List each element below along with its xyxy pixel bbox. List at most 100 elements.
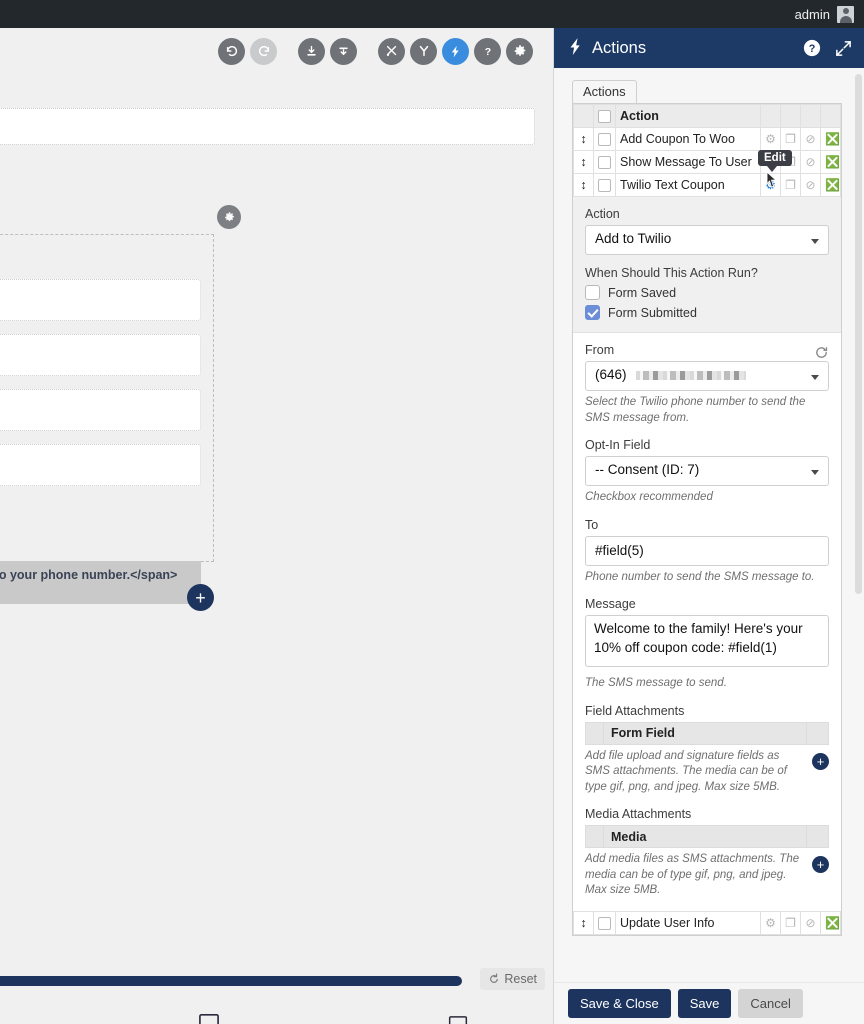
col-action: Action bbox=[615, 104, 761, 128]
form-canvas: ode to your phone number.</span> + bbox=[0, 188, 254, 611]
drag-handle-icon[interactable]: ↕ bbox=[573, 150, 594, 174]
select-all-checkbox[interactable] bbox=[598, 110, 611, 124]
form-submitted-checkbox[interactable] bbox=[585, 305, 600, 320]
ma-col-spacer bbox=[585, 825, 604, 849]
undo-icon[interactable] bbox=[218, 37, 245, 65]
delete-icon[interactable]: ❎ bbox=[820, 910, 841, 935]
duplicate-icon[interactable]: ❐ bbox=[780, 910, 801, 935]
action-select[interactable]: Add to Twilio bbox=[585, 225, 829, 255]
export-icon[interactable] bbox=[330, 37, 357, 65]
table-row[interactable]: ↕ Show Message To User ⚙ ❐ ⊘ ❎ bbox=[573, 150, 841, 174]
from-hint: Select the Twilio phone number to send t… bbox=[585, 396, 806, 424]
row-settings-gear-icon[interactable] bbox=[217, 205, 241, 229]
ma-col-media: Media bbox=[603, 825, 807, 849]
disable-icon[interactable]: ⊘ bbox=[800, 150, 821, 174]
reset-label: Reset bbox=[504, 972, 537, 986]
actions-card: Action ↕ Add Coupon To Woo ⚙ ❐ ⊘ ❎ ↕ Sho… bbox=[572, 103, 842, 936]
edit-gear-icon[interactable]: ⚙ bbox=[760, 910, 781, 935]
add-media-attachment-button[interactable]: + bbox=[812, 856, 829, 874]
tools-icon[interactable] bbox=[378, 37, 405, 65]
duplicate-icon[interactable]: ❐ bbox=[780, 173, 801, 197]
action-name: Twilio Text Coupon bbox=[615, 173, 761, 197]
row-checkbox[interactable] bbox=[598, 133, 611, 147]
edit-gear-icon[interactable]: ⚙ bbox=[760, 127, 781, 151]
drag-handle-icon[interactable]: ↕ bbox=[573, 910, 594, 935]
add-field-attachment-button[interactable]: + bbox=[812, 752, 829, 770]
drag-handle-icon[interactable]: ↕ bbox=[573, 173, 594, 197]
form-row-dropzone[interactable]: ode to your phone number.</span> bbox=[0, 234, 214, 604]
reset-circular-arrow-icon bbox=[490, 973, 499, 983]
to-label: To bbox=[585, 517, 599, 532]
table-row[interactable]: ↕ Twilio Text Coupon ⚙ ❐ ⊘ ❎ bbox=[573, 173, 841, 197]
actions-panel-header: Actions ? bbox=[554, 28, 864, 68]
form-title-input[interactable] bbox=[0, 108, 535, 145]
row-checkbox[interactable] bbox=[598, 179, 611, 193]
admin-username[interactable]: admin bbox=[795, 7, 830, 22]
form-saved-row[interactable]: Form Saved bbox=[585, 285, 829, 300]
import-icon[interactable] bbox=[298, 37, 325, 65]
action-config-section: Action Add to Twilio When Should This Ac… bbox=[573, 197, 841, 333]
to-hint: Phone number to send the SMS message to. bbox=[585, 570, 815, 583]
form-submitted-row[interactable]: Form Submitted bbox=[585, 305, 829, 320]
duplicate-icon[interactable]: ❐ bbox=[780, 127, 801, 151]
form-field-1[interactable] bbox=[0, 279, 201, 321]
settings-gear-icon[interactable] bbox=[506, 37, 533, 65]
wp-admin-bar: admin bbox=[0, 0, 864, 28]
message-label: Message bbox=[585, 597, 636, 612]
panel-footer: Save & Close Save Cancel bbox=[554, 982, 864, 1024]
help-icon[interactable]: ? bbox=[474, 37, 501, 65]
optin-hint: Checkbox recommended bbox=[585, 491, 713, 504]
twilio-settings-section: From (646) Select the Twilio phone numbe… bbox=[573, 333, 841, 911]
drag-handle-icon[interactable]: ↕ bbox=[573, 127, 594, 151]
to-input[interactable] bbox=[585, 535, 829, 566]
user-avatar-icon[interactable] bbox=[837, 5, 854, 23]
media-attachments-label: Media Attachments bbox=[585, 807, 692, 822]
tab-actions[interactable]: Actions bbox=[572, 80, 637, 103]
delete-icon[interactable]: ❎ bbox=[820, 150, 841, 174]
merge-tags-icon[interactable] bbox=[410, 37, 437, 65]
save-button[interactable]: Save bbox=[677, 989, 732, 1018]
fa-col-form-field: Form Field bbox=[603, 721, 807, 745]
action-label: Action bbox=[585, 207, 620, 221]
form-progress-bar bbox=[0, 976, 462, 986]
monitor-icon[interactable] bbox=[448, 1015, 470, 1024]
form-field-2[interactable] bbox=[0, 334, 201, 376]
delete-icon[interactable]: ❎ bbox=[820, 173, 841, 197]
reset-button[interactable]: Reset bbox=[480, 968, 545, 990]
action-name: Add Coupon To Woo bbox=[615, 127, 761, 151]
panel-scrollbar-thumb[interactable] bbox=[855, 74, 862, 594]
col-drag bbox=[573, 104, 594, 128]
desktop-monitor-icon[interactable] bbox=[198, 1013, 220, 1024]
help-circle-icon[interactable]: ? bbox=[803, 39, 821, 57]
toolbar-group-tools: ? bbox=[373, 37, 533, 65]
action-name: Show Message To User bbox=[615, 150, 761, 174]
ma-col-spacer2 bbox=[806, 825, 829, 849]
delete-icon[interactable]: ❎ bbox=[820, 127, 841, 151]
trailing-actions-table: ↕ Update User Info ⚙ ❐ ⊘ ❎ bbox=[573, 910, 841, 935]
table-row[interactable]: ↕ Update User Info ⚙ ❐ ⊘ ❎ bbox=[573, 910, 841, 935]
message-textarea[interactable] bbox=[585, 615, 829, 668]
actions-bolt-icon[interactable] bbox=[442, 37, 469, 65]
row-checkbox[interactable] bbox=[598, 916, 611, 930]
optin-field-select[interactable]: -- Consent (ID: 7) bbox=[585, 456, 829, 487]
form-field-4[interactable] bbox=[0, 444, 201, 486]
form-saved-checkbox[interactable] bbox=[585, 285, 600, 300]
disable-icon[interactable]: ⊘ bbox=[800, 910, 821, 935]
form-field-3[interactable] bbox=[0, 389, 201, 431]
from-phone-select[interactable]: (646) bbox=[585, 361, 829, 391]
refresh-icon[interactable] bbox=[814, 345, 829, 360]
row-checkbox[interactable] bbox=[598, 156, 611, 170]
field-attachments-table: Form Field bbox=[585, 721, 829, 745]
panel-scrollbar[interactable] bbox=[855, 74, 862, 1018]
disable-icon[interactable]: ⊘ bbox=[800, 127, 821, 151]
disable-icon[interactable]: ⊘ bbox=[800, 173, 821, 197]
add-field-button[interactable]: + bbox=[187, 584, 214, 611]
save-and-close-button[interactable]: Save & Close bbox=[568, 989, 671, 1018]
cancel-button[interactable]: Cancel bbox=[738, 989, 803, 1018]
builder-toolbar: ? bbox=[0, 28, 553, 74]
expand-arrows-icon[interactable] bbox=[835, 40, 852, 57]
svg-text:?: ? bbox=[484, 46, 490, 58]
toolbar-group-history bbox=[213, 37, 277, 65]
html-content-block[interactable]: ode to your phone number.</span> bbox=[0, 561, 201, 604]
table-row[interactable]: ↕ Add Coupon To Woo ⚙ ❐ ⊘ ❎ bbox=[573, 127, 841, 151]
